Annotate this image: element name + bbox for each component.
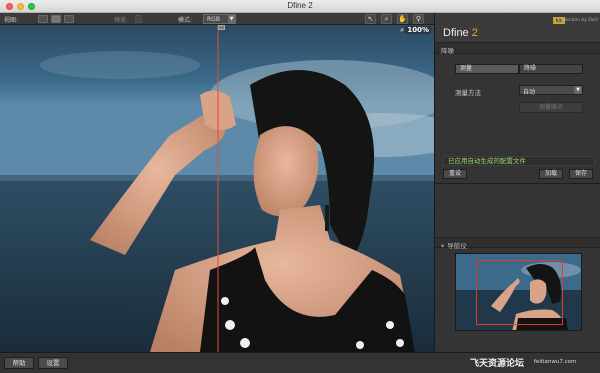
section-noise-reduction[interactable]: 降噪 (435, 43, 600, 55)
method-label: 测量方法 (455, 89, 481, 97)
watermark-url: feitianwu7.com (534, 359, 577, 365)
measure-noise-button[interactable]: 测量噪点 (519, 102, 583, 113)
hand-tool-icon[interactable]: ✋ (397, 14, 408, 24)
zoom-tool-icon[interactable]: ⌕ (381, 14, 392, 24)
window-title: Dfine 2 (287, 1, 313, 10)
preview-label: 预览: (114, 17, 129, 24)
image-canvas[interactable]: ⌕ 100% (0, 25, 434, 352)
save-button[interactable]: 保存 (569, 169, 593, 179)
settings-button[interactable]: 设置 (38, 357, 68, 369)
section-noise-reduction-label: 降噪 (441, 47, 454, 55)
title-bar: Dfine 2 (0, 0, 600, 13)
zoom-level: 100% (405, 26, 431, 34)
pin-tool-icon[interactable]: ⚲ (413, 14, 424, 24)
method-select[interactable]: 自动 ▼ (519, 85, 583, 96)
product-version: 2 (471, 27, 478, 39)
product-title: Dfine 2 (443, 27, 478, 39)
load-button[interactable]: 加载 (539, 169, 563, 179)
mode-label: 模式: (178, 17, 193, 24)
bottom-bar: 帮助 设置 飞天资源论坛 feitianwu7.com (0, 352, 600, 373)
status-message: 已应用自动生成的配置文件 (443, 156, 595, 166)
magnifier-icon: ⌕ (400, 26, 404, 34)
control-panel: NIK Collection by DxO Dfine 2 降噪 测量 降噪 测… (434, 13, 600, 352)
section-navigator[interactable]: ▾ 导航仪 (435, 237, 600, 250)
photo-preview (0, 25, 434, 352)
navigator-viewport[interactable] (476, 260, 563, 325)
divider (435, 183, 600, 184)
help-button[interactable]: 帮助 (4, 357, 34, 369)
method-select-value: 自动 (523, 89, 536, 96)
single-view-button[interactable] (38, 15, 48, 23)
mode-select-value: RGB (207, 16, 220, 23)
brand-header: NIK Collection by DxO Dfine 2 (435, 13, 600, 43)
product-name: Dfine (443, 27, 469, 39)
preview-toggle[interactable] (135, 15, 142, 23)
toolbar: 视图: 预览: 模式: RGB ▼ ↖ ⌕ ✋ ⚲ (0, 13, 434, 25)
section-navigator-label: 导航仪 (447, 242, 467, 250)
chevron-down-icon: ▼ (574, 86, 582, 94)
mode-select[interactable]: RGB ▼ (203, 14, 236, 24)
watermark-text: 飞天资源论坛 (470, 359, 525, 369)
brand-byline: Collection by DxO (557, 18, 598, 23)
reset-button[interactable]: 重设 (443, 169, 467, 179)
side-by-side-view-button[interactable] (64, 15, 74, 23)
chevron-down-icon: ▼ (228, 15, 235, 23)
split-view-button[interactable] (51, 15, 61, 23)
navigator-thumbnail[interactable] (455, 253, 582, 331)
mode-tabs: 测量 降噪 (455, 64, 583, 74)
view-label: 视图: (4, 17, 19, 24)
arrow-tool-icon[interactable]: ↖ (365, 14, 376, 24)
triangle-down-icon: ▾ (441, 242, 445, 250)
split-handle[interactable] (218, 25, 225, 30)
tab-reduce[interactable]: 降噪 (519, 64, 583, 74)
tab-measure[interactable]: 测量 (455, 64, 519, 74)
